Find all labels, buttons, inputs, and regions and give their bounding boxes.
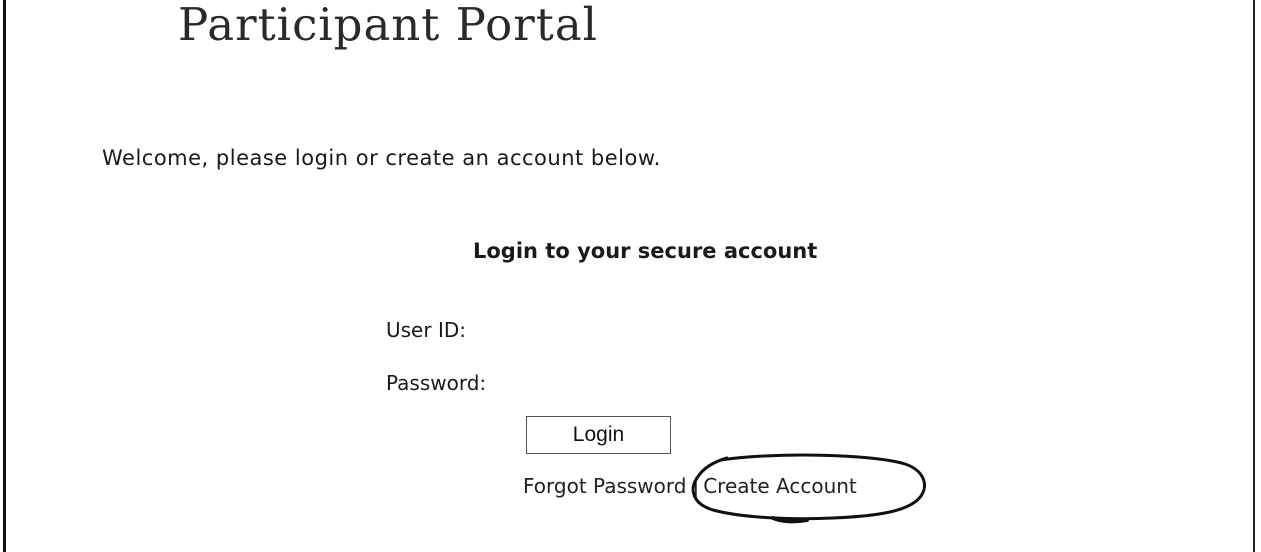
password-label: Password: bbox=[386, 371, 487, 395]
user-id-input[interactable] bbox=[526, 316, 760, 344]
page-frame: Participant Portal Welcome, please login… bbox=[3, 0, 1255, 552]
login-heading: Login to your secure account bbox=[473, 239, 818, 263]
login-button[interactable]: Login bbox=[526, 416, 671, 454]
page-title: Participant Portal bbox=[178, 0, 599, 51]
account-links: Forgot Password | Create Account bbox=[523, 453, 927, 524]
create-account-wrapper: Create Account bbox=[691, 453, 927, 524]
user-id-label: User ID: bbox=[386, 318, 466, 342]
create-account-link[interactable]: Create Account bbox=[703, 474, 857, 498]
welcome-message: Welcome, please login or create an accou… bbox=[102, 146, 661, 170]
forgot-password-link[interactable]: Forgot Password bbox=[523, 474, 686, 498]
password-input[interactable] bbox=[526, 369, 760, 397]
link-separator: | bbox=[692, 474, 700, 498]
